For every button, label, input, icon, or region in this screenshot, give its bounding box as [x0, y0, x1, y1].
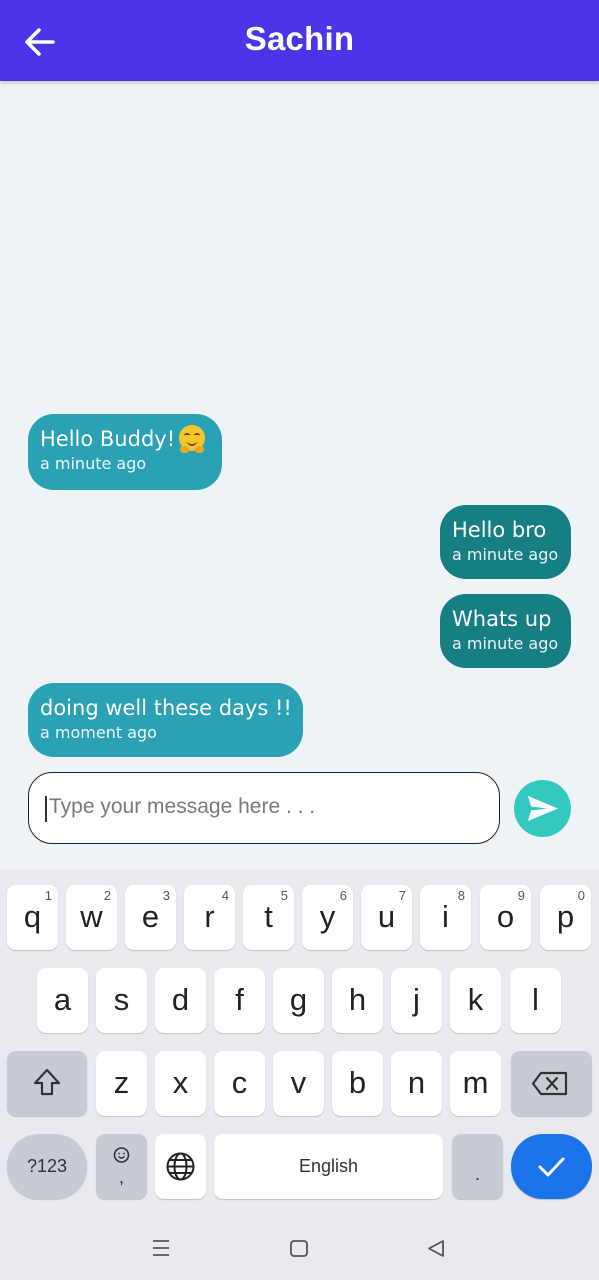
key-o[interactable]: 9o	[480, 885, 531, 950]
key-h[interactable]: h	[332, 968, 383, 1033]
key-z[interactable]: z	[96, 1051, 147, 1116]
emoji-icon	[113, 1147, 130, 1163]
key-q[interactable]: 1q	[7, 885, 58, 950]
key-w[interactable]: 2w	[66, 885, 117, 950]
key-g[interactable]: g	[273, 968, 324, 1033]
menu-icon	[153, 1240, 169, 1256]
language-key[interactable]	[155, 1134, 206, 1199]
send-icon	[528, 796, 558, 821]
key-j[interactable]: j	[391, 968, 442, 1033]
message-time: a minute ago	[452, 545, 559, 564]
recent-apps-button[interactable]	[146, 1233, 176, 1263]
send-button[interactable]	[514, 780, 571, 837]
key-e[interactable]: 3e	[125, 885, 176, 950]
hugging-face-emoji	[179, 425, 206, 453]
key-p[interactable]: 0p	[540, 885, 591, 950]
page-title: Sachin	[244, 20, 355, 57]
message-bubble-outgoing[interactable]: Whats up a minute ago	[440, 594, 571, 668]
message-time: a minute ago	[40, 454, 147, 473]
message-input-placeholder: Type your message here . . .	[49, 795, 316, 818]
key-x[interactable]: x	[155, 1051, 206, 1116]
home-button[interactable]	[284, 1233, 314, 1263]
key-m[interactable]: m	[450, 1051, 501, 1116]
system-navigation-bar	[0, 1215, 599, 1280]
emoji-comma-key[interactable]: ,	[96, 1134, 147, 1199]
globe-icon	[166, 1152, 195, 1181]
backspace-key[interactable]	[511, 1051, 592, 1116]
message-time: a moment ago	[40, 723, 157, 742]
key-s[interactable]: s	[96, 968, 147, 1033]
key-n[interactable]: n	[391, 1051, 442, 1116]
key-u[interactable]: 7u	[361, 885, 412, 950]
space-bar[interactable]: English	[214, 1134, 443, 1199]
key-t[interactable]: 5t	[243, 885, 294, 950]
message-text: Whats up	[452, 607, 552, 631]
key-y[interactable]: 6y	[302, 885, 353, 950]
key-i[interactable]: 8i	[420, 885, 471, 950]
key-v[interactable]: v	[273, 1051, 324, 1116]
done-key[interactable]	[511, 1134, 592, 1199]
checkmark-icon	[538, 1157, 565, 1177]
key-f[interactable]: f	[214, 968, 265, 1033]
home-square-icon	[290, 1240, 308, 1257]
comma-label: ,	[118, 1167, 124, 1187]
message-input[interactable]: Type your message here . . .	[28, 772, 500, 844]
message-text: Hello Buddy!	[40, 425, 210, 453]
message-time: a minute ago	[452, 634, 559, 653]
message-text: Hello bro	[452, 518, 547, 542]
key-a[interactable]: a	[37, 968, 88, 1033]
backspace-icon	[531, 1071, 568, 1096]
symbols-key[interactable]: ?123	[7, 1134, 87, 1199]
key-l[interactable]: l	[510, 968, 561, 1033]
back-triangle-icon	[428, 1240, 444, 1257]
app-bar: Sachin	[0, 0, 599, 81]
key-c[interactable]: c	[214, 1051, 265, 1116]
key-d[interactable]: d	[155, 968, 206, 1033]
shift-icon	[33, 1068, 61, 1096]
key-k[interactable]: k	[450, 968, 501, 1033]
back-nav-button[interactable]	[421, 1233, 451, 1263]
message-bubble-incoming[interactable]: Hello Buddy! a minute ago	[28, 414, 222, 490]
message-text: doing well these days !!	[40, 696, 292, 720]
text-cursor	[45, 796, 47, 822]
shift-key[interactable]	[7, 1051, 87, 1116]
message-bubble-outgoing[interactable]: Hello bro a minute ago	[440, 505, 571, 579]
period-key[interactable]: .	[452, 1134, 503, 1199]
message-bubble-incoming[interactable]: doing well these days !! a moment ago	[28, 683, 303, 757]
key-r[interactable]: 4r	[184, 885, 235, 950]
key-b[interactable]: b	[332, 1051, 383, 1116]
